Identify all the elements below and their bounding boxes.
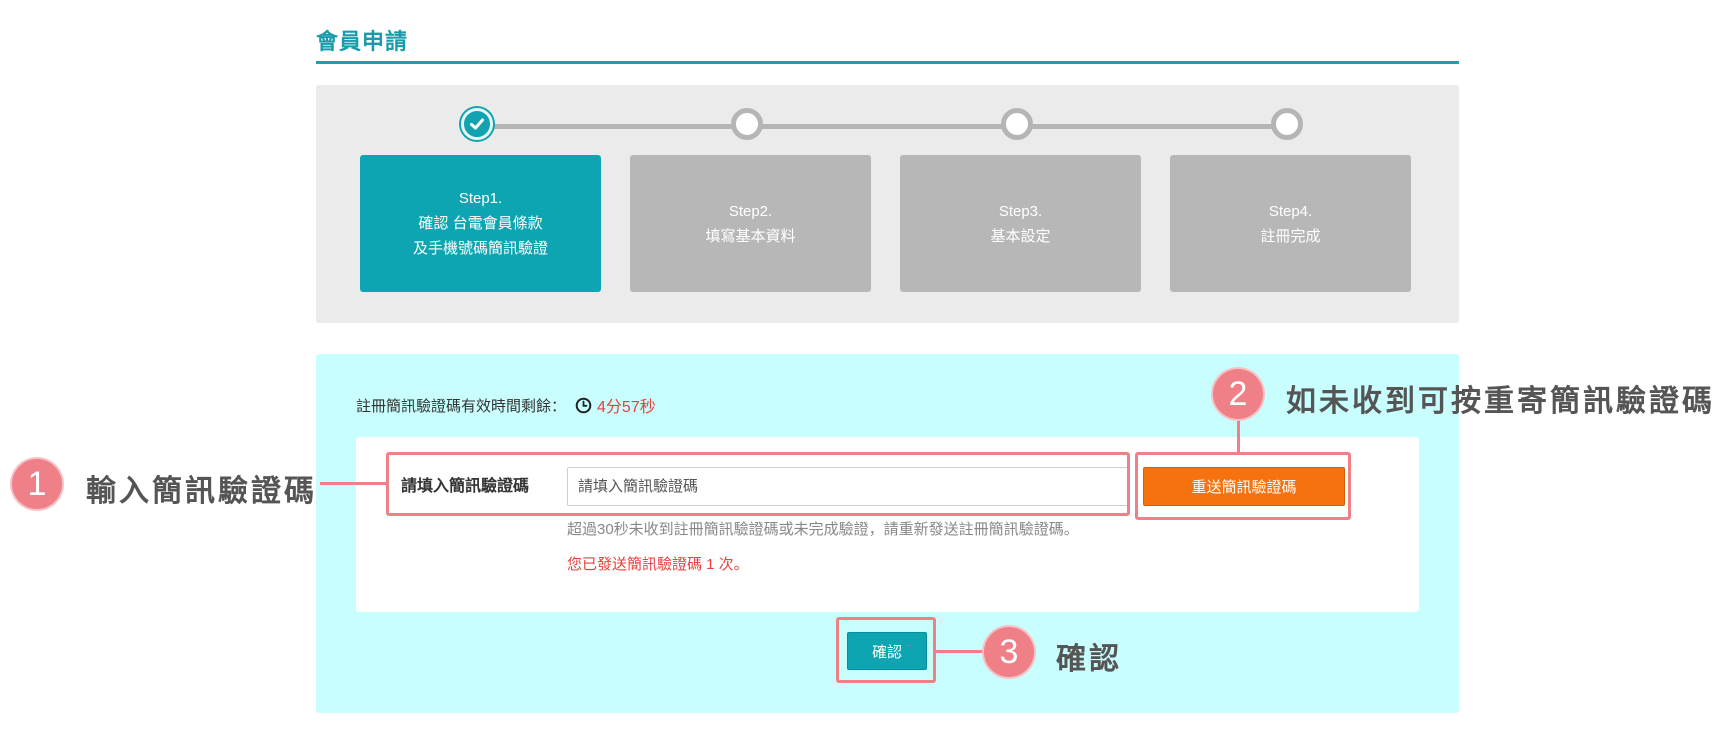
page-title: 會員申請: [316, 29, 409, 54]
annotation-2-highlight: [1135, 452, 1351, 520]
step-4-box: Step4. 註冊完成: [1170, 155, 1411, 292]
step-3-circle-icon: [1001, 108, 1033, 140]
step-1-line-2: 及手機號碼簡訊驗證: [412, 240, 548, 257]
sent-count-note: 您已發送簡訊驗證碼 1 次。: [567, 556, 749, 573]
annotation-2-connector: [1237, 417, 1240, 452]
step-2-circle-icon: [731, 108, 763, 140]
title-divider: [316, 61, 1459, 64]
step-2-line-1: 填寫基本資料: [705, 227, 796, 245]
step-2-number: Step2.: [728, 202, 773, 220]
step-2-box: Step2. 填寫基本資料: [630, 155, 871, 292]
timer-value: 4分57秒: [597, 399, 656, 416]
timer-line: 註冊簡訊驗證碼有效時間剩餘： 4分57秒: [356, 393, 656, 417]
annotation-2-badge: 2: [1213, 369, 1263, 419]
annotation-2-text: 如未收到可按重寄簡訊驗證碼: [1286, 384, 1715, 419]
step-1-number: Step1.: [458, 190, 503, 207]
progress-track: [478, 124, 1290, 129]
clock-icon: [575, 397, 592, 414]
step-1-line-1: 確認 台電會員條款: [418, 215, 543, 232]
annotation-1-connector: [320, 482, 386, 485]
timer-label: 註冊簡訊驗證碼有效時間剩餘：: [356, 397, 567, 415]
annotation-3-text: 確認: [1056, 642, 1122, 677]
step-3-number: Step3.: [998, 202, 1043, 220]
resend-hint-text: 超過30秒未收到註冊簡訊驗證碼或未完成驗證，請重新發送註冊簡訊驗證碼。: [567, 521, 1079, 538]
annotation-1-highlight: [386, 452, 1130, 516]
step-1-box: Step1. 確認 台電會員條款 及手機號碼簡訊驗證: [360, 155, 601, 292]
annotation-3-highlight: [836, 617, 936, 683]
step-4-line-1: 註冊完成: [1260, 227, 1321, 245]
step-4-number: Step4.: [1268, 202, 1313, 220]
annotation-3-badge: 3: [984, 627, 1034, 677]
annotation-1-badge: 1: [12, 459, 62, 509]
step-3-box: Step3. 基本設定: [900, 155, 1141, 292]
annotation-3-connector: [936, 650, 984, 653]
step-1-check-icon: [461, 108, 493, 140]
step-3-line-1: 基本設定: [990, 227, 1051, 245]
step-4-circle-icon: [1271, 108, 1303, 140]
annotation-1-text: 輸入簡訊驗證碼: [86, 474, 317, 509]
